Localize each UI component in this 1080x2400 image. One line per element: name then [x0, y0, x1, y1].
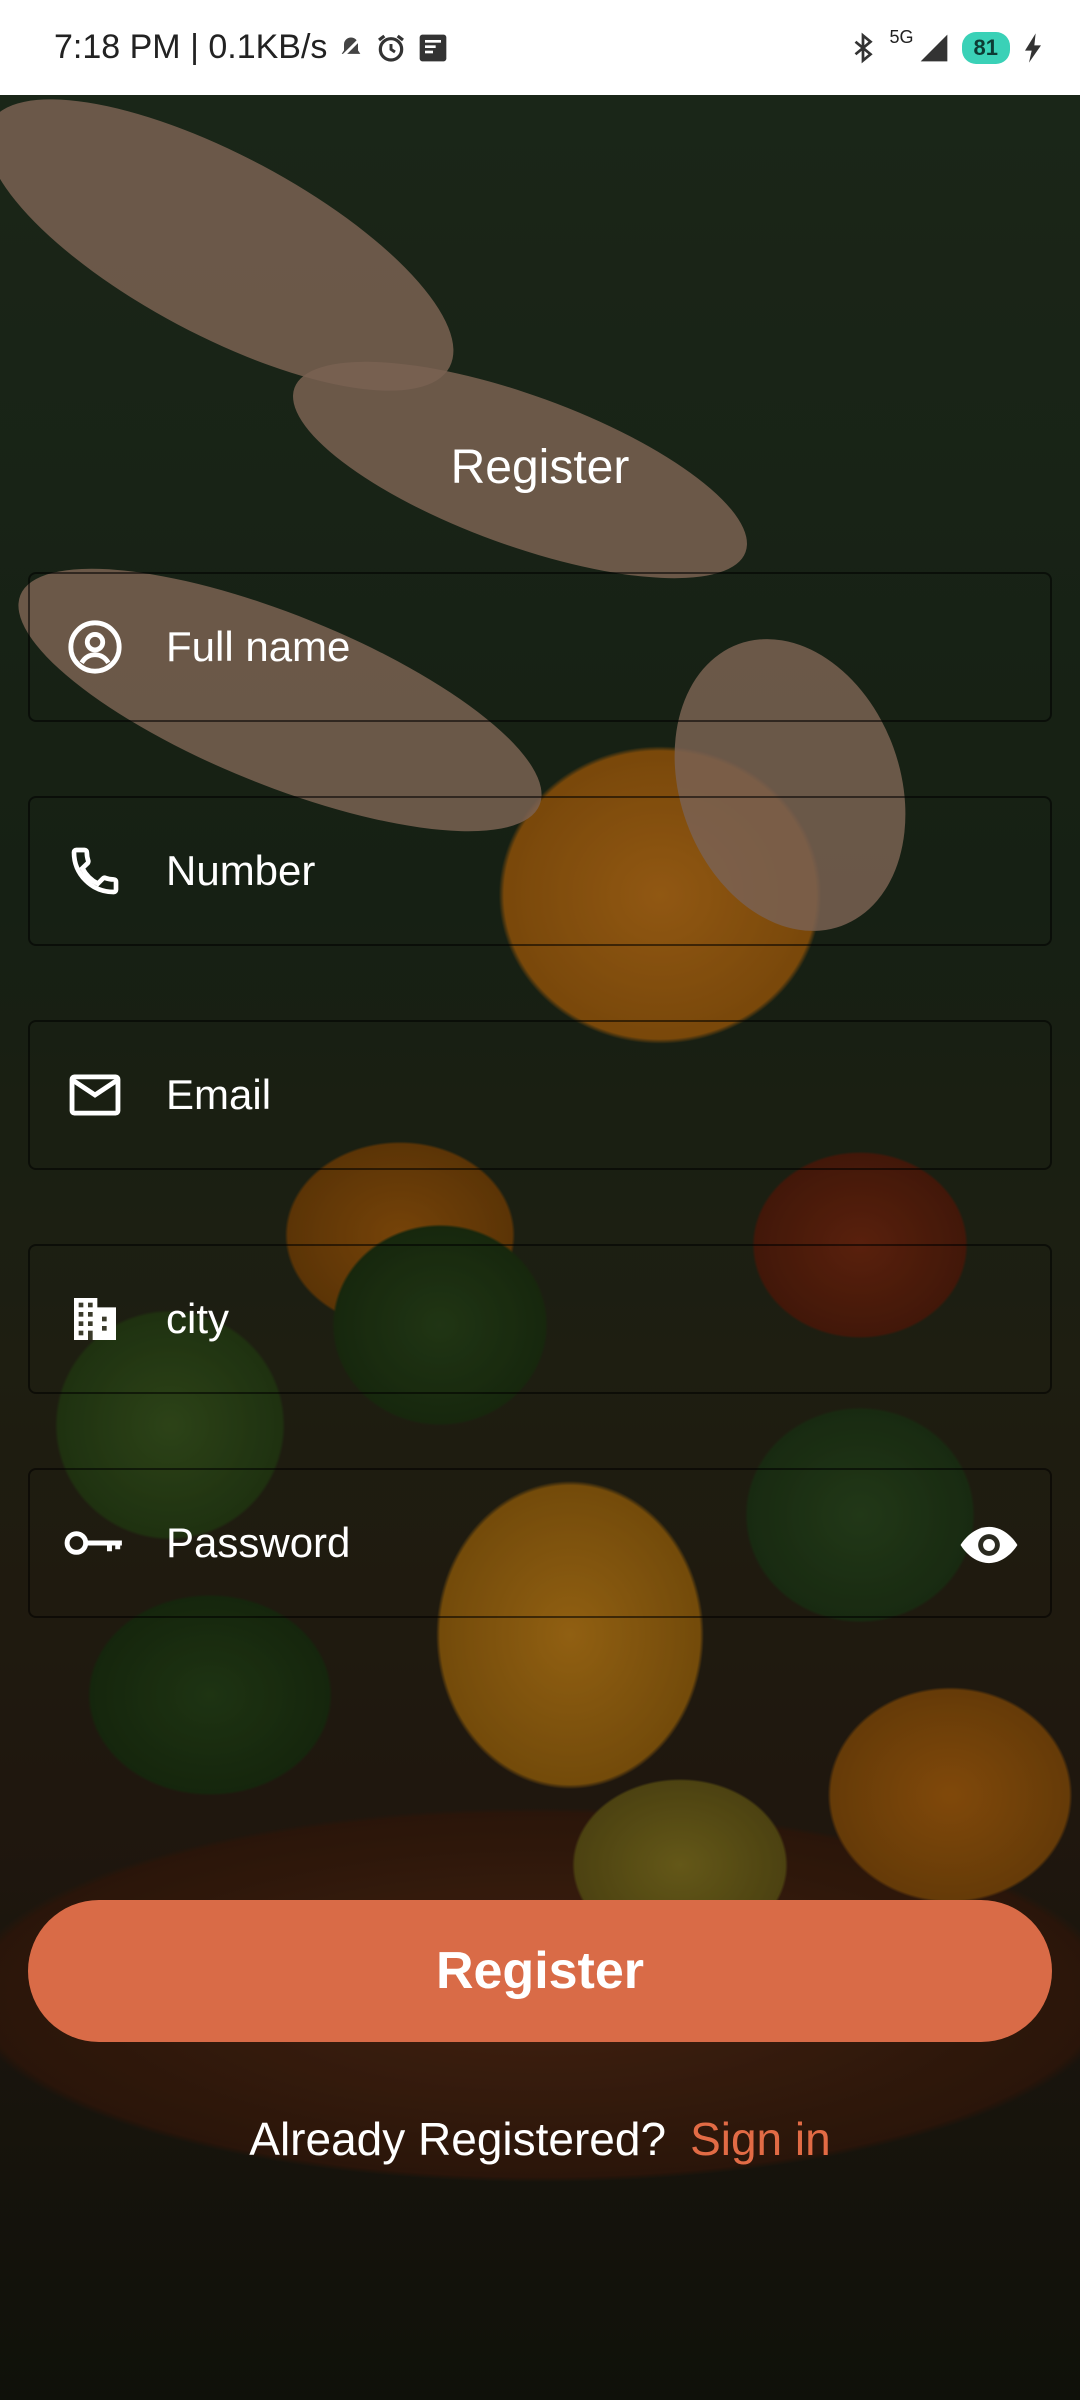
building-icon — [64, 1288, 126, 1350]
eye-icon[interactable] — [958, 1514, 1020, 1576]
password-field[interactable]: Password — [28, 1468, 1052, 1618]
mail-icon — [64, 1064, 126, 1126]
city-placeholder: city — [166, 1295, 229, 1342]
key-icon — [64, 1512, 126, 1574]
signal-icon — [918, 32, 950, 64]
status-time: 7:18 PM | 0.1KB/s — [54, 28, 328, 66]
battery-level: 81 — [961, 31, 1010, 64]
email-placeholder: Email — [166, 1071, 272, 1118]
number-placeholder: Number — [166, 847, 316, 894]
password-placeholder: Password — [166, 1519, 351, 1566]
document-notification-icon — [417, 32, 449, 64]
full-name-placeholder: Full name — [166, 623, 351, 670]
already-registered-text: Already Registered? — [249, 2113, 667, 2165]
page-title: Register — [450, 441, 630, 494]
network-type: 5G — [889, 27, 914, 47]
sign-in-row: Already Registered? Sign in — [0, 2112, 1080, 2166]
alarm-icon — [375, 32, 407, 64]
sign-in-link[interactable]: Sign in — [690, 2112, 831, 2166]
phone-icon — [64, 840, 126, 902]
city-field[interactable]: city — [28, 1244, 1052, 1394]
charging-icon — [1022, 32, 1044, 64]
number-field[interactable]: Number — [28, 796, 1052, 946]
status-bar-right: 5G 81 — [848, 27, 1045, 64]
bluetooth-icon — [848, 32, 878, 64]
email-field[interactable]: Email — [28, 1020, 1052, 1170]
full-name-field[interactable]: Full name — [28, 572, 1052, 722]
notification-muted-icon — [337, 34, 365, 62]
register-form: Register Full name Number Email city Pas… — [0, 0, 1080, 2400]
status-bar-left: 7:18 PM | 0.1KB/s — [54, 28, 449, 67]
person-circle-icon — [64, 616, 126, 678]
register-button[interactable]: Register — [28, 1900, 1052, 2042]
status-bar: 7:18 PM | 0.1KB/s 5G 81 — [0, 0, 1080, 95]
